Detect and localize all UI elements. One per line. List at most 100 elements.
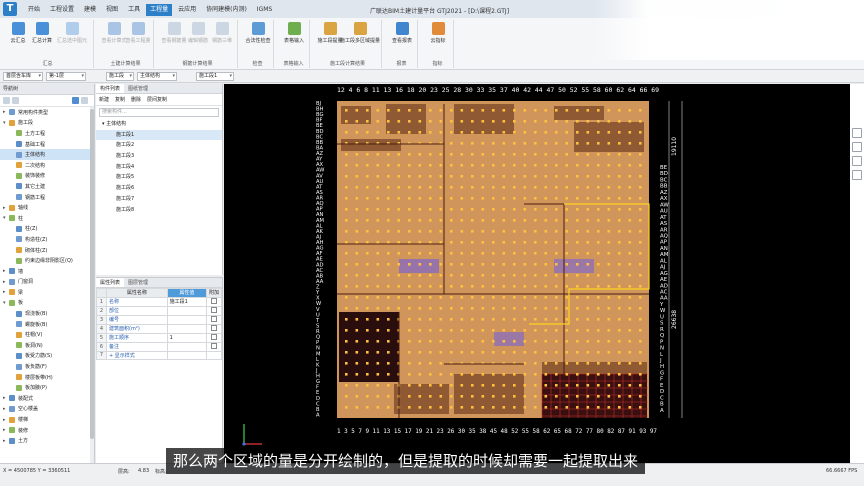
tab-component-list[interactable]: 构件列表	[96, 84, 125, 93]
component-item[interactable]: 施工段3	[96, 151, 222, 162]
property-value[interactable]	[166, 305, 207, 316]
nav-tree-item[interactable]: ▸ 常用构件类型	[0, 107, 94, 118]
nav-tree-item[interactable]: 钢筋工程	[0, 192, 94, 203]
tab-properties[interactable]: 属性列表	[96, 278, 125, 287]
menu-tab[interactable]: 建模	[80, 4, 100, 16]
expander-icon[interactable]: ▸	[3, 427, 8, 433]
rebar-button[interactable]: 查看钢筋量	[162, 22, 187, 44]
tree-view-icon[interactable]	[81, 97, 88, 104]
nav-tree-item[interactable]: ▸ 空心楼盖	[0, 404, 94, 415]
nav-tree-item[interactable]: ▾ 施工段	[0, 118, 94, 129]
menu-tab[interactable]: 协同建模(内测)	[202, 4, 251, 16]
table-input-button[interactable]: 表格输入	[282, 22, 306, 44]
nav-tree-item[interactable]: 约束边缘非阴影区(Q)	[0, 255, 94, 266]
expander-icon[interactable]: ▸	[3, 268, 8, 274]
sum-selected-button[interactable]: 汇总选中图元	[54, 22, 90, 44]
extra-checkbox[interactable]	[210, 315, 217, 322]
expander-icon[interactable]: ▾	[3, 300, 8, 306]
copy-button[interactable]: 复制	[115, 96, 125, 103]
menu-tab[interactable]: 工具	[124, 4, 144, 16]
nav-scrollbar[interactable]	[90, 107, 94, 463]
expander-icon[interactable]: ▾	[3, 215, 8, 221]
nav-tree-item[interactable]: 板加腋(P)	[0, 382, 94, 393]
property-value[interactable]: 施工段1	[166, 296, 207, 307]
segment-select[interactable]: 施工段1	[196, 72, 234, 81]
expander-icon[interactable]: ▸	[3, 417, 8, 423]
component-item[interactable]: 施工段5	[96, 172, 222, 183]
check-button[interactable]: 合法性检查	[246, 22, 271, 44]
edit-rebar-button[interactable]: 编辑钢筋	[186, 22, 210, 44]
nav-tree-item[interactable]: ▾ 板	[0, 298, 94, 309]
rebar-3d-button[interactable]: 钢筋三维	[210, 22, 234, 44]
menu-tab[interactable]: 开始	[24, 4, 44, 16]
nav-tree-item[interactable]: ▾ 柱	[0, 213, 94, 224]
component-group[interactable]: ▾ 主体结构	[96, 119, 222, 130]
expander-icon[interactable]: ▸	[3, 395, 8, 401]
extra-checkbox[interactable]	[210, 342, 217, 349]
extra-checkbox[interactable]	[210, 297, 217, 304]
property-row[interactable]: 3 编号	[96, 314, 223, 325]
component-item[interactable]: 施工段4	[96, 162, 222, 173]
component-item[interactable]: 施工段7	[96, 194, 222, 205]
segment-category-select[interactable]: 主体结构	[137, 72, 177, 81]
nav-tree-item[interactable]: ▸ 墙	[0, 266, 94, 277]
property-row[interactable]: 5 施工顺序 1	[96, 332, 223, 343]
drawing-canvas[interactable]: 12 4 6 8 11 13 16 18 20 23 25 28 30 33 3…	[224, 84, 864, 463]
component-type-select[interactable]: 施工段	[106, 72, 134, 81]
property-value[interactable]	[166, 350, 207, 361]
floor-group-select[interactable]: 首层含车库	[3, 72, 43, 81]
menu-tab[interactable]: 工程量	[146, 4, 173, 16]
nav-tree-item[interactable]: 螺旋板(B)	[0, 319, 94, 330]
tab-layer-management[interactable]: 图层管理	[124, 278, 152, 287]
nav-tree-item[interactable]: 楼层板带(H)	[0, 372, 94, 383]
menu-tab[interactable]: 视图	[102, 4, 122, 16]
component-item[interactable]: 施工段1	[96, 129, 222, 141]
cloud-index-button[interactable]: 云指标	[426, 22, 450, 44]
nav-tree-item[interactable]: 主体结构	[0, 149, 94, 160]
nav-tree-item[interactable]: 其它土建	[0, 181, 94, 192]
property-row[interactable]: 4 建筑面积(m²)	[96, 323, 223, 334]
nav-tree-item[interactable]: ▸ 土方	[0, 435, 94, 446]
delete-button[interactable]: 删除	[131, 96, 141, 103]
expander-icon[interactable]: ▸	[3, 406, 8, 412]
property-value[interactable]	[166, 314, 207, 325]
extra-checkbox[interactable]	[210, 333, 217, 340]
property-row[interactable]: 6 备注	[96, 341, 223, 352]
menu-tab[interactable]: IGMS	[253, 4, 276, 16]
nav-scrollbar-thumb[interactable]	[90, 109, 94, 439]
nav-tree-item[interactable]: 构造柱(Z)	[0, 234, 94, 245]
nav-tree-item[interactable]: 基础工程	[0, 139, 94, 150]
extra-checkbox[interactable]	[210, 306, 217, 313]
nav-tree-item[interactable]: ▸ 轴线	[0, 202, 94, 213]
property-value[interactable]: 1	[166, 332, 207, 343]
rotate-icon[interactable]	[852, 142, 862, 152]
expander-icon[interactable]: ▸	[3, 279, 8, 285]
component-item[interactable]: 施工段2	[96, 140, 222, 151]
property-row[interactable]: 2 部位	[96, 305, 223, 316]
segment-multi-button[interactable]: 施工段多区域提量	[340, 22, 380, 44]
tab-drawing-management[interactable]: 图纸管理	[124, 84, 152, 93]
nav-tree-item[interactable]: ▸ 楼梯	[0, 414, 94, 425]
expander-icon[interactable]: ▸	[3, 205, 8, 211]
nav-tree-item[interactable]: 板负筋(F)	[0, 361, 94, 372]
formula-button[interactable]: 查看计算式	[102, 22, 127, 44]
component-item[interactable]: 施工段8	[96, 205, 222, 216]
nav-tree-item[interactable]: 砌体柱(Z)	[0, 245, 94, 256]
sum-calc-button[interactable]: 汇总计算	[30, 22, 54, 44]
quantity-button[interactable]: 查看工程量	[126, 22, 151, 44]
property-row[interactable]: 7 + 显示样式	[96, 350, 223, 361]
menu-tab[interactable]: 工程设置	[46, 4, 78, 16]
cloud-sum-button[interactable]: 云汇总	[6, 22, 30, 44]
property-value[interactable]	[166, 323, 207, 334]
expander-icon[interactable]: ▸	[3, 438, 8, 444]
floor-plan[interactable]: 12 4 6 8 11 13 16 18 20 23 25 28 30 33 3…	[224, 84, 864, 463]
floor-select[interactable]: 第-1层	[46, 72, 86, 81]
nav-tree-item[interactable]: 板受力筋(S)	[0, 351, 94, 362]
expand-icon[interactable]	[12, 97, 19, 104]
menu-tab[interactable]: 云应用	[174, 4, 200, 16]
nav-tree-item[interactable]: 土方工程	[0, 128, 94, 139]
property-row[interactable]: 1 名称 施工段1	[96, 296, 223, 307]
nav-tree-item[interactable]: 二次结构	[0, 160, 94, 171]
nav-tree-item[interactable]: ▸ 装配式	[0, 393, 94, 404]
expander-icon[interactable]: ▾	[3, 120, 8, 126]
